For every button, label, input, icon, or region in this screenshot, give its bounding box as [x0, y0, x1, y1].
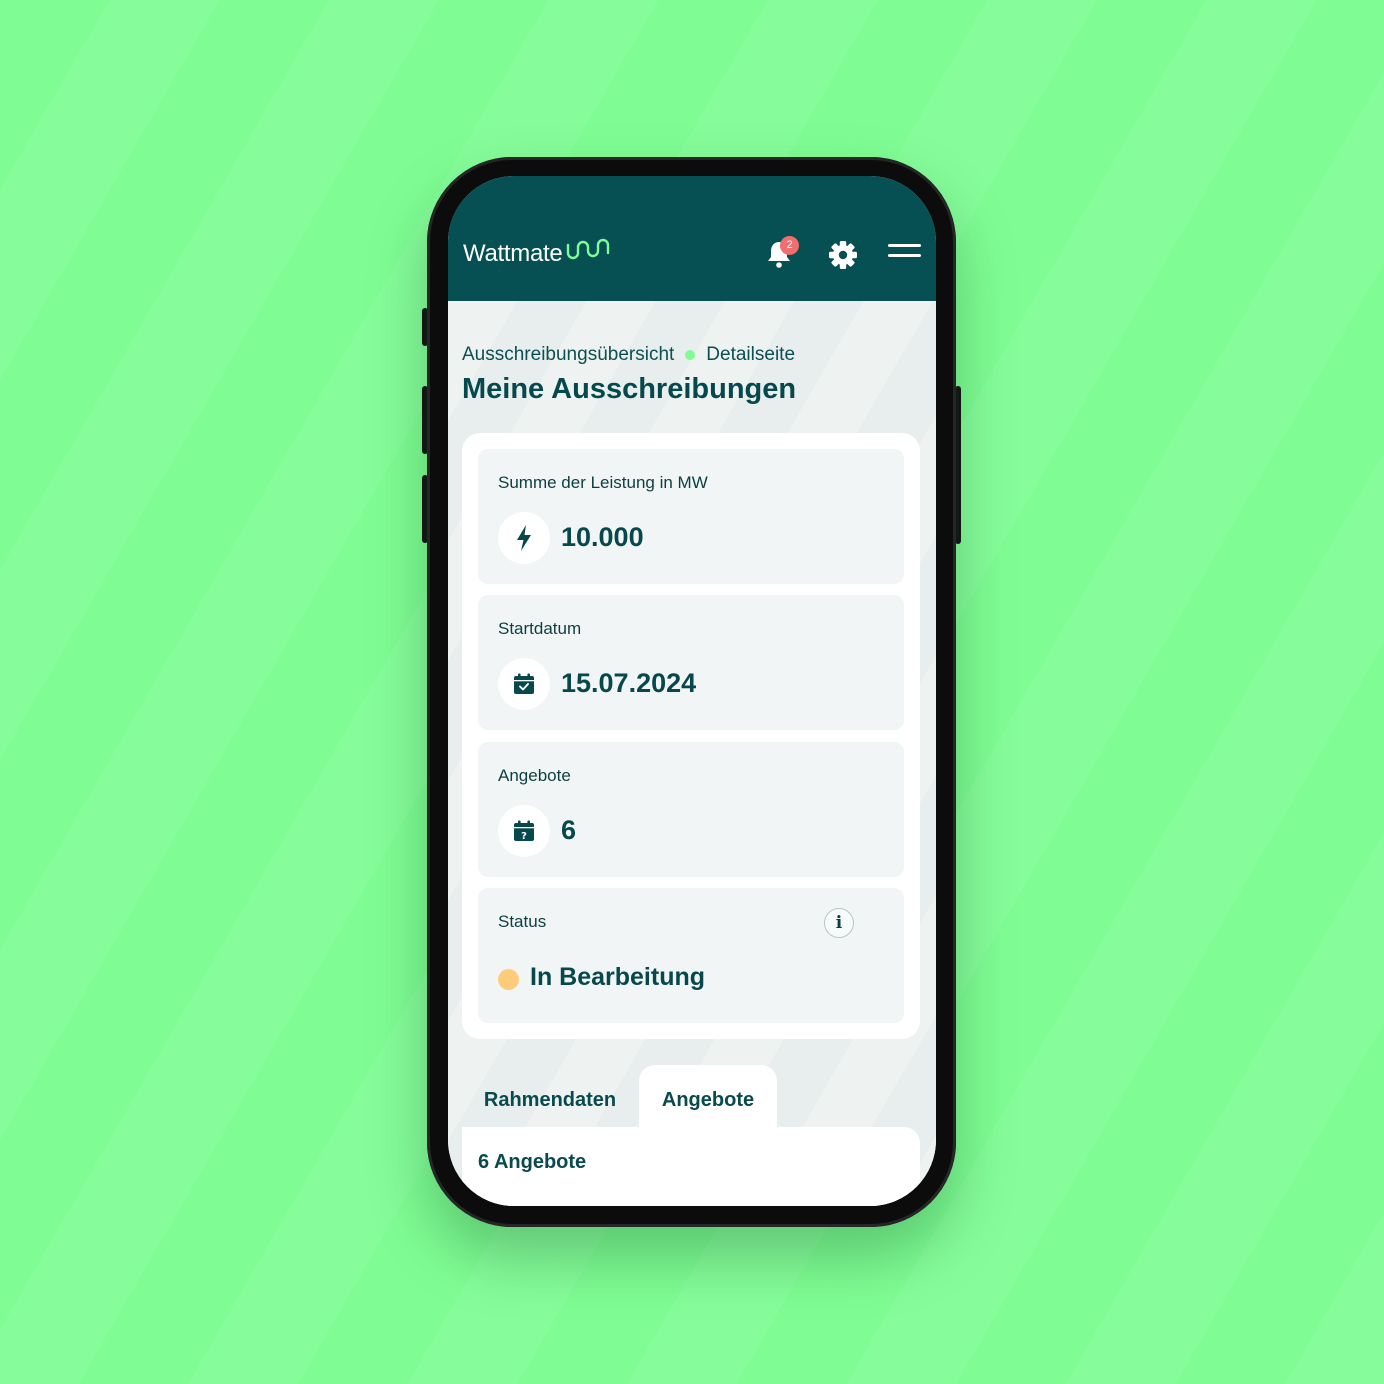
power-sum-tile: Summe der Leistung in MW 10.000: [478, 449, 904, 584]
breadcrumb: Ausschreibungsübersicht Detailseite: [462, 344, 795, 366]
offers-panel: 6 Angebote: [462, 1127, 920, 1206]
start-date-value: 15.07.2024: [561, 668, 697, 698]
icon-circle: [498, 512, 550, 564]
hamburger-menu-icon[interactable]: [888, 244, 921, 266]
page-title: Meine Ausschreibungen: [462, 373, 797, 405]
power-sum-value: 10.000: [561, 522, 644, 552]
lightning-icon: [517, 525, 531, 551]
menu-bar: [888, 244, 921, 247]
tab-rahmendaten[interactable]: Rahmendaten: [462, 1065, 638, 1135]
tile-label: Startdatum: [498, 619, 582, 638]
menu-bar: [888, 254, 921, 257]
gear-icon[interactable]: [828, 240, 858, 270]
notification-badge: 2: [780, 236, 799, 255]
info-icon[interactable]: i: [824, 908, 854, 938]
tile-label: Angebote: [498, 766, 571, 785]
phone-screen: Wattmate 2 Ausschreibungsübersicht Detai…: [448, 176, 936, 1206]
icon-circle: ?: [498, 805, 550, 857]
svg-text:?: ?: [521, 831, 527, 842]
breadcrumb-overview-link[interactable]: Ausschreibungsübersicht: [462, 344, 674, 366]
icon-circle: [498, 658, 550, 710]
calendar-question-icon: ?: [514, 820, 534, 842]
status-value: In Bearbeitung: [530, 963, 706, 991]
breadcrumb-separator-dot: [685, 350, 696, 360]
offers-count-value: 6: [561, 815, 577, 845]
tile-label: Summe der Leistung in MW: [498, 473, 708, 492]
tab-angebote[interactable]: Angebote: [639, 1065, 777, 1135]
logo-text: Wattmate: [463, 240, 563, 267]
logo-wave-icon: [567, 238, 610, 260]
main-content: Ausschreibungsübersicht Detailseite Mein…: [448, 301, 936, 1206]
app-header: Wattmate 2: [448, 176, 936, 301]
status-tile: Status i In Bearbeitung: [478, 888, 904, 1023]
tile-label: Status: [498, 912, 547, 931]
calendar-check-icon: [514, 673, 534, 694]
status-indicator-dot: [498, 969, 519, 990]
offers-tile: Angebote ? 6: [478, 742, 904, 877]
app-logo[interactable]: Wattmate: [463, 238, 611, 268]
summary-card: Summe der Leistung in MW 10.000 Startdat…: [462, 433, 920, 1039]
breadcrumb-current: Detailseite: [706, 344, 796, 365]
offers-panel-title: 6 Angebote: [478, 1151, 587, 1173]
start-date-tile: Startdatum 15.07.2024: [478, 595, 904, 730]
